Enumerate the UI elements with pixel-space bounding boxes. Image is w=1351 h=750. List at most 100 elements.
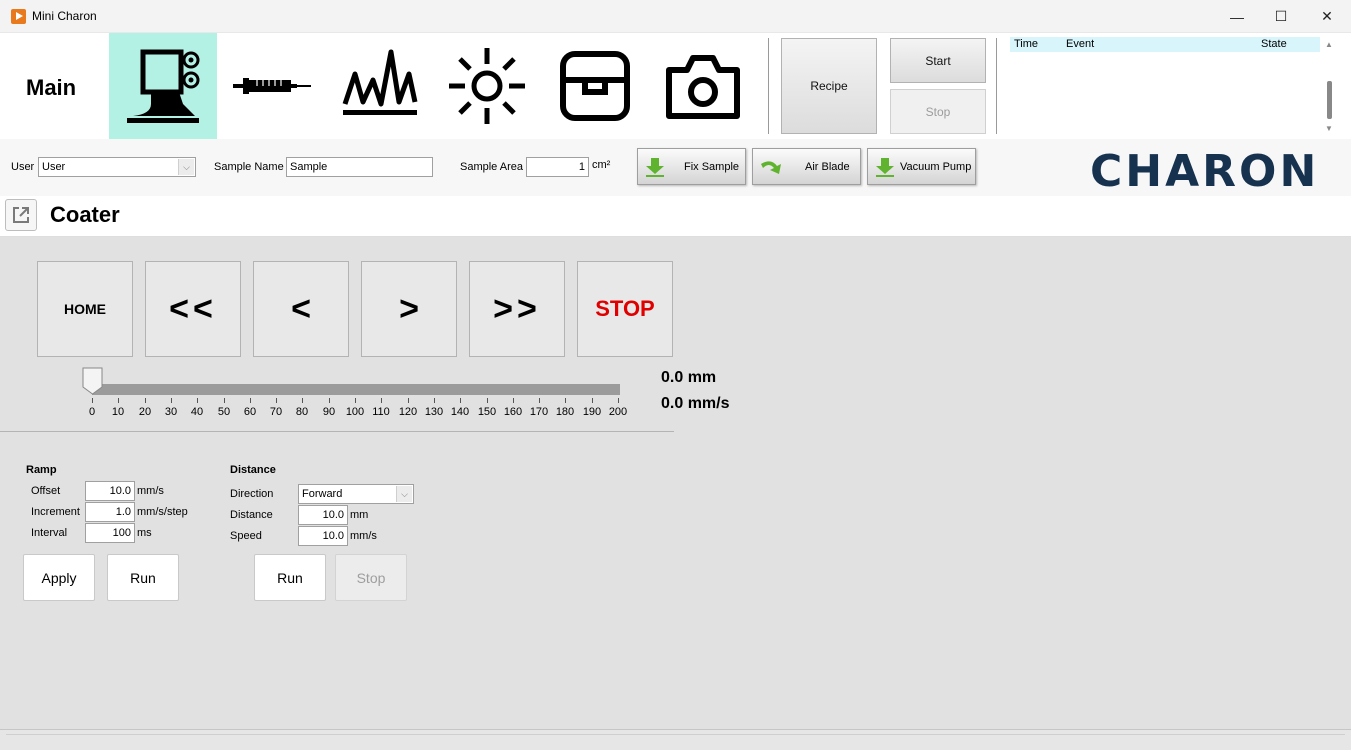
log-column-time: Time (1014, 38, 1039, 50)
ramp-title: Ramp (26, 464, 57, 476)
nav-storage-button[interactable] (541, 33, 649, 139)
app-icon (11, 9, 26, 24)
log-column-state: State (1261, 38, 1287, 50)
title-bar (0, 0, 1351, 33)
direction-select-value: Forward (302, 488, 343, 500)
recipe-button[interactable]: Recipe (781, 38, 877, 134)
arrow-down-icon (876, 157, 894, 177)
chevron-down-icon: ⌵ (396, 486, 412, 502)
slider-tick (434, 398, 435, 403)
position-readout: 0.0 mm (661, 369, 717, 386)
interval-unit: ms (137, 527, 152, 539)
interval-label: Interval (31, 527, 68, 539)
slider-tick (171, 398, 172, 403)
arrow-down-icon (646, 157, 664, 177)
slider-tick (618, 398, 619, 403)
vacuum-pump-button[interactable]: Vacuum Pump (867, 148, 976, 185)
ramp-run-button[interactable]: Run (107, 554, 179, 601)
interval-input[interactable]: 100 (85, 523, 135, 543)
storage-box-icon (560, 51, 630, 121)
air-blade-button[interactable]: Air Blade (752, 148, 861, 185)
slider-tick (250, 398, 251, 403)
slider-tick (381, 398, 382, 403)
fix-sample-button[interactable]: Fix Sample (637, 148, 746, 185)
speed-input[interactable]: 10.0 (298, 526, 348, 546)
slider-tick (329, 398, 330, 403)
slider-tick-label: 140 (450, 406, 470, 418)
speed-readout: 0.0 mm/s (661, 395, 730, 412)
popout-button[interactable] (5, 199, 37, 231)
maximize-button[interactable]: ☐ (1258, 0, 1304, 33)
slider-tick (92, 398, 93, 403)
close-button[interactable]: ✕ (1304, 0, 1350, 33)
distance-label: Distance (230, 509, 273, 521)
slider-tick (302, 398, 303, 403)
slider-tick (460, 398, 461, 403)
sample-area-unit: cm² (592, 159, 611, 171)
slider-tick-label: 200 (608, 406, 628, 418)
increment-input[interactable]: 1.0 (85, 502, 135, 522)
slider-tick-label: 10 (111, 406, 125, 418)
slider-tick (276, 398, 277, 403)
ramp-apply-button[interactable]: Apply (23, 554, 95, 601)
slider-tick (355, 398, 356, 403)
sample-name-input[interactable]: Sample (286, 157, 433, 177)
nav-coater-button[interactable] (109, 33, 217, 139)
nav-spectrum-button[interactable] (325, 33, 433, 139)
user-select[interactable]: User ⌵ (38, 157, 196, 177)
event-log-scrollbar[interactable]: ▲ ▼ (1322, 36, 1337, 136)
distance-title: Distance (230, 464, 276, 476)
offset-unit: mm/s (137, 485, 164, 497)
offset-input[interactable]: 10.0 (85, 481, 135, 501)
log-column-event: Event (1066, 38, 1095, 50)
sample-area-label: Sample Area (460, 161, 523, 173)
header-separator (996, 38, 997, 134)
start-button[interactable]: Start (890, 38, 986, 83)
charon-logo: CHARON (1090, 146, 1320, 197)
scroll-down-icon[interactable]: ▼ (1325, 124, 1333, 133)
position-slider-thumb[interactable] (82, 367, 103, 395)
position-slider-track[interactable] (92, 384, 620, 395)
slider-tick (565, 398, 566, 403)
distance-run-button[interactable]: Run (254, 554, 326, 601)
offset-label: Offset (31, 485, 61, 497)
sample-name-label: Sample Name (214, 161, 284, 173)
back-button[interactable]: < (253, 261, 349, 357)
slider-tick-label: 180 (555, 406, 575, 418)
fast-back-button[interactable]: << (145, 261, 241, 357)
slider-tick (224, 398, 225, 403)
slider-tick (592, 398, 593, 403)
slider-tick (513, 398, 514, 403)
distance-input[interactable]: 10.0 (298, 505, 348, 525)
air-flow-icon (761, 160, 781, 174)
sample-area-input[interactable]: 1 (526, 157, 589, 177)
jog-stop-button[interactable]: STOP (577, 261, 673, 357)
direction-select[interactable]: Forward ⌵ (298, 484, 414, 504)
speed-unit: mm/s (350, 530, 377, 542)
slider-tick-label: 110 (372, 406, 390, 418)
home-button[interactable]: HOME (37, 261, 133, 357)
section-header (0, 196, 1351, 237)
fast-forward-button[interactable]: >> (469, 261, 565, 357)
status-bar-inner (6, 734, 1345, 746)
air-blade-label: Air Blade (805, 160, 850, 173)
speed-label: Speed (230, 530, 262, 542)
minimize-button[interactable]: — (1214, 0, 1260, 33)
vacuum-pump-label: Vacuum Pump (900, 160, 972, 173)
stop-button: Stop (890, 89, 986, 134)
slider-tick (145, 398, 146, 403)
slider-tick (197, 398, 198, 403)
chevron-down-icon: ⌵ (178, 159, 194, 175)
sun-icon (449, 48, 525, 124)
scroll-thumb[interactable] (1327, 81, 1332, 119)
direction-label: Direction (230, 488, 274, 500)
nav-camera-button[interactable] (649, 33, 757, 139)
nav-lamp-button[interactable] (433, 33, 541, 139)
increment-label: Increment (31, 506, 80, 518)
nav-dispense-button[interactable] (217, 33, 325, 139)
distance-stop-button: Stop (335, 554, 407, 601)
scroll-up-icon[interactable]: ▲ (1325, 40, 1333, 49)
window-title: Mini Charon (32, 9, 97, 23)
slider-tick-label: 80 (295, 406, 309, 418)
forward-button[interactable]: > (361, 261, 457, 357)
